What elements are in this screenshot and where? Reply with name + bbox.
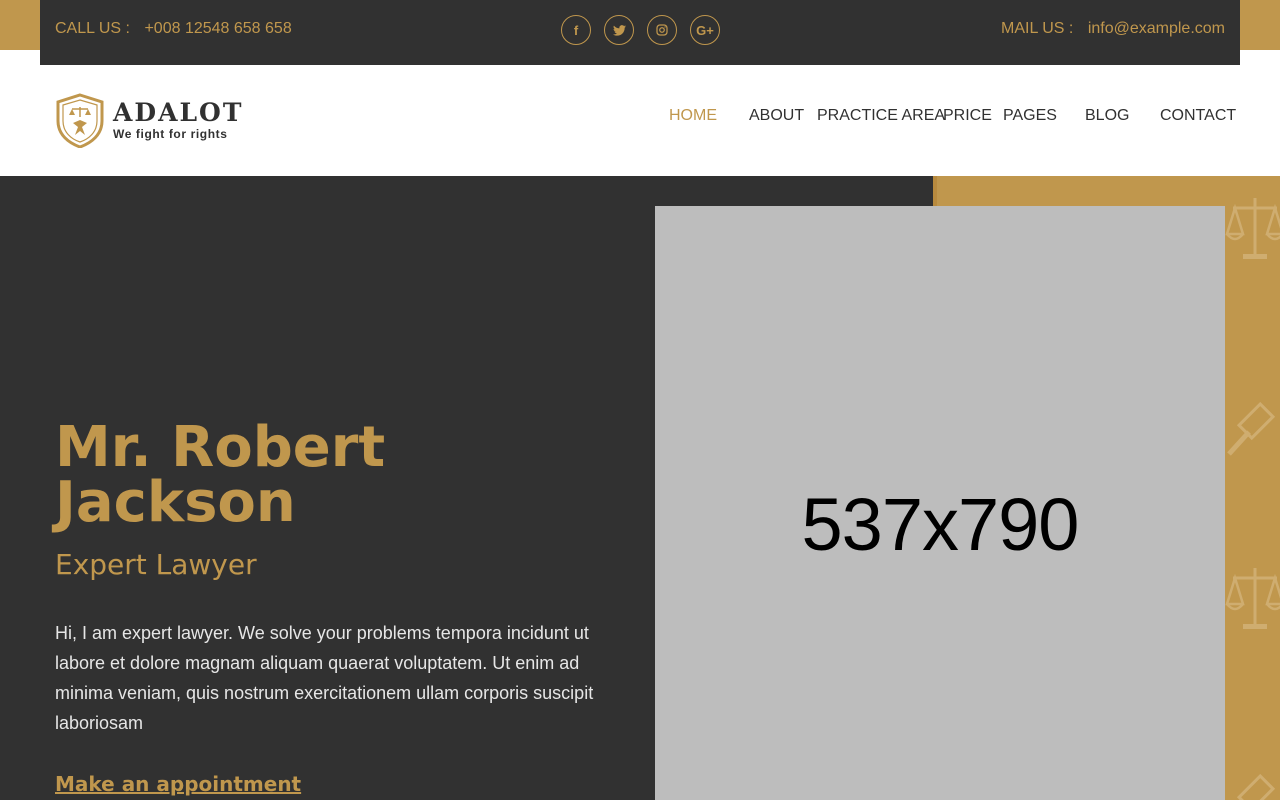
- placeholder-size-label: 537x790: [801, 482, 1080, 566]
- call-info: CALL US : +008 12548 658 658: [55, 20, 292, 38]
- lawyer-name: Mr. Robert Jackson: [55, 415, 386, 535]
- facebook-icon[interactable]: f: [561, 15, 591, 45]
- hero-description: Hi, I am expert lawyer. We solve your pr…: [55, 623, 594, 733]
- instagram-icon[interactable]: [647, 15, 677, 45]
- phone-number[interactable]: +008 12548 658 658: [144, 20, 291, 37]
- top-bar: CALL US : +008 12548 658 658 f G+ MAIL U…: [40, 0, 1240, 65]
- gavel-icon: [1227, 402, 1276, 456]
- twitter-icon[interactable]: [604, 15, 634, 45]
- scales-icon: [1225, 198, 1280, 259]
- site-logo[interactable]: ADALOT We fight for rights: [55, 93, 243, 148]
- nav-blog[interactable]: BLOG: [1085, 107, 1129, 125]
- site-header: ADALOT We fight for rights HOME ABOUT PR…: [0, 65, 1280, 176]
- brand-tagline: We fight for rights: [113, 127, 228, 141]
- gavel-icon: [1236, 774, 1276, 800]
- nav-contact[interactable]: CONTACT: [1160, 107, 1236, 125]
- google-plus-icon[interactable]: G+: [690, 15, 720, 45]
- lawyer-role: Expert Lawyer: [55, 548, 257, 581]
- shield-scales-icon: [56, 93, 104, 148]
- nav-home[interactable]: HOME: [669, 107, 717, 125]
- mail-info: MAIL US : info@example.com: [1001, 20, 1225, 38]
- social-links: f G+: [561, 15, 720, 45]
- nav-about[interactable]: ABOUT: [749, 107, 804, 125]
- nav-price[interactable]: PRICE: [943, 107, 992, 125]
- scales-icon: [1225, 568, 1280, 629]
- call-label: CALL US :: [55, 20, 130, 37]
- mail-label: MAIL US :: [1001, 20, 1074, 37]
- nav-practice-area[interactable]: PRACTICE AREA: [817, 107, 945, 125]
- nav-pages[interactable]: PAGES: [1003, 107, 1057, 125]
- lawyer-photo-placeholder: 537x790: [655, 206, 1225, 800]
- email-address[interactable]: info@example.com: [1088, 20, 1225, 37]
- make-appointment-link[interactable]: Make an appointment: [55, 772, 301, 796]
- brand-name: ADALOT: [113, 98, 244, 127]
- hero-section: 537x790 Mr. Robert Jackson Expert Lawyer…: [0, 176, 1280, 800]
